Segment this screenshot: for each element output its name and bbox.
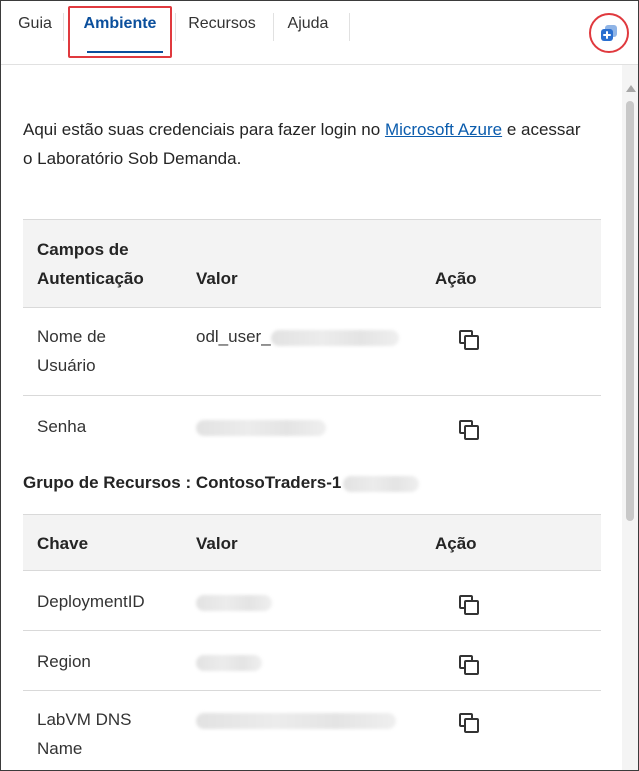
key-name: DeploymentID — [23, 570, 196, 631]
redacted-value — [343, 475, 420, 492]
tab-recursos[interactable]: Recursos — [179, 1, 265, 47]
action-cell — [415, 690, 601, 770]
action-cell — [415, 570, 601, 631]
lab-environment-panel: Guia Ambiente Recursos Ajuda Aqui estão … — [0, 0, 639, 771]
auth-table-header: Campos de Autenticação Valor Ação — [23, 219, 601, 308]
resource-group-table: Chave Valor Ação DeploymentID Region Lab… — [23, 514, 601, 770]
action-cell — [415, 395, 601, 458]
intro-text: Aqui estão suas credenciais para fazer l… — [23, 115, 593, 173]
tab-divider — [63, 13, 64, 41]
tab-divider — [175, 13, 176, 41]
field-value — [196, 395, 415, 458]
scroll-up-arrow-icon[interactable] — [626, 85, 636, 92]
copy-icon[interactable] — [459, 712, 479, 733]
column-header-key: Chave — [23, 514, 196, 571]
table-row-username: Nome de Usuário odl_user_ — [23, 307, 601, 396]
table-row-password: Senha — [23, 395, 601, 458]
column-header-value: Valor — [196, 514, 415, 571]
resource-group-title: Grupo de Recursos : ContosoTraders-1 — [23, 473, 420, 493]
column-header-action: Ação — [415, 219, 601, 308]
tab-divider — [273, 13, 274, 41]
action-cell — [415, 307, 601, 396]
copy-icon[interactable] — [459, 419, 479, 440]
tab-bar: Guia Ambiente Recursos Ajuda — [1, 1, 638, 65]
redacted-value — [196, 712, 396, 729]
redacted-value — [196, 419, 326, 436]
key-value — [196, 570, 415, 631]
column-header-value: Valor — [196, 219, 415, 308]
resource-table-header: Chave Valor Ação — [23, 514, 601, 571]
table-row-deploymentid: DeploymentID — [23, 570, 601, 631]
key-name: LabVM DNS Name — [23, 690, 196, 770]
key-name: Region — [23, 630, 196, 691]
table-row-labvm-dns-name: LabVM DNS Name — [23, 690, 601, 770]
tab-divider — [349, 13, 350, 41]
key-value — [196, 630, 415, 691]
copy-icon[interactable] — [459, 594, 479, 615]
redacted-value — [196, 594, 272, 611]
intro-text-before: Aqui estão suas credenciais para fazer l… — [23, 120, 385, 139]
key-value — [196, 690, 415, 770]
vertical-scrollbar[interactable] — [622, 65, 638, 770]
microsoft-azure-link[interactable]: Microsoft Azure — [385, 120, 502, 139]
tab-ajuda[interactable]: Ajuda — [277, 1, 339, 47]
column-header-field: Campos de Autenticação — [23, 219, 196, 308]
username-value: odl_user_ — [196, 327, 271, 346]
redacted-value — [270, 329, 399, 346]
tab-guia[interactable]: Guia — [11, 1, 59, 47]
open-in-new-window-button[interactable] — [589, 13, 629, 53]
open-in-new-window-icon — [599, 23, 619, 43]
environment-content: Aqui estão suas credenciais para fazer l… — [1, 65, 622, 770]
column-header-action: Ação — [415, 514, 601, 571]
auth-credentials-table: Campos de Autenticação Valor Ação Nome d… — [23, 219, 601, 458]
field-value: odl_user_ — [196, 307, 415, 396]
scrollbar-thumb[interactable] — [626, 101, 634, 521]
resource-group-label: Grupo de Recursos : ContosoTraders-1 — [23, 473, 342, 492]
redacted-value — [196, 654, 262, 671]
highlight-box-ambiente — [68, 6, 172, 58]
copy-icon[interactable] — [459, 329, 479, 350]
copy-icon[interactable] — [459, 654, 479, 675]
field-name: Senha — [23, 395, 196, 458]
field-name: Nome de Usuário — [23, 307, 196, 396]
action-cell — [415, 630, 601, 691]
table-row-region: Region — [23, 630, 601, 691]
